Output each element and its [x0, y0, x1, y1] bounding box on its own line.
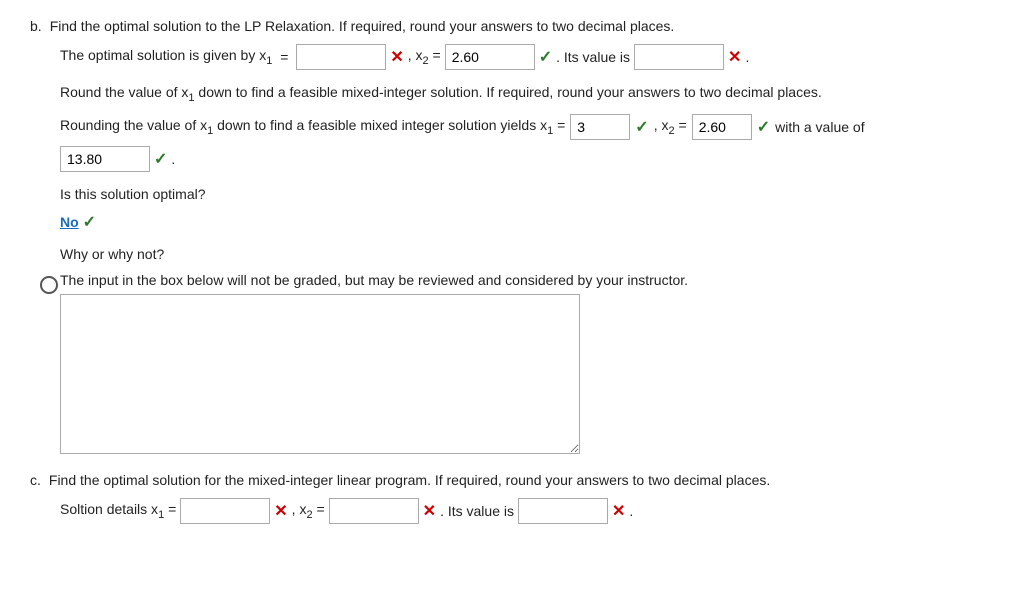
- line1-end-dot: .: [745, 49, 749, 65]
- round-text: Round the value of x1 down to find a fea…: [60, 84, 822, 104]
- ungraded-note-row: The input in the box below will not be g…: [30, 272, 994, 454]
- x2-input[interactable]: [445, 44, 535, 70]
- part-c-solution-row: Soltion details x1 = ✕ , x2 = ✕ . Its va…: [30, 498, 994, 524]
- is-optimal-text: Is this solution optimal?: [60, 186, 206, 202]
- obj-dot: .: [171, 151, 175, 167]
- c-dot-end: .: [629, 503, 633, 519]
- x1-input[interactable]: [296, 44, 386, 70]
- why-label-row: Why or why not?: [30, 246, 994, 262]
- x1-rnd-check-icon: ✓: [635, 117, 648, 137]
- x2-check-icon: ✓: [539, 47, 552, 67]
- c-value-input[interactable]: [518, 498, 608, 524]
- value-input[interactable]: [634, 44, 724, 70]
- why-textarea[interactable]: [60, 294, 580, 454]
- no-check-icon: ✓: [83, 212, 96, 232]
- x1-x-icon: ✕: [390, 47, 403, 67]
- c-value-x-icon: ✕: [612, 501, 625, 521]
- part-c-header: c. Find the optimal solution for the mix…: [30, 472, 994, 488]
- rounding-row: Rounding the value of x1 down to find a …: [60, 114, 994, 140]
- x2-rounded-input[interactable]: [692, 114, 752, 140]
- optimal-solution-row: The optimal solution is given by x1 = ✕ …: [30, 44, 994, 70]
- line1-eq: =: [276, 49, 292, 65]
- rounding-x2-sub: 2: [668, 125, 674, 137]
- part-c-label: c.: [30, 472, 41, 488]
- x1-rounded-input[interactable]: [570, 114, 630, 140]
- x2-sub: 2: [423, 55, 429, 67]
- sol-x2-sub: 2: [306, 509, 312, 521]
- value-x-icon: ✕: [728, 47, 741, 67]
- round-explanation: Round the value of x1 down to find a fea…: [30, 84, 994, 104]
- solution-pre: Soltion details x1 =: [60, 501, 176, 521]
- answer-no-row: No ✓: [30, 212, 994, 232]
- part-b-label: b.: [30, 18, 42, 34]
- c-x2-input[interactable]: [329, 498, 419, 524]
- part-b-intro: Find the optimal solution to the LP Rela…: [50, 18, 675, 34]
- line1-x2-label: , x2 =: [408, 47, 441, 67]
- obj-value-row: ✓ .: [60, 146, 994, 172]
- c-its-value: . Its value is: [440, 503, 514, 519]
- ungraded-note-text: The input in the box below will not be g…: [60, 272, 688, 288]
- rounding-x2-label: , x2 =: [654, 117, 687, 137]
- rounding-x1-sub2: 1: [547, 125, 553, 137]
- rounding-pre: Rounding the value of x1 down to find a …: [60, 117, 565, 137]
- round-x1-sub: 1: [188, 92, 194, 104]
- part-c-section: c. Find the optimal solution for the mix…: [30, 472, 994, 524]
- sol-x2-label: , x2 =: [292, 501, 325, 521]
- obj-value-input[interactable]: [60, 146, 150, 172]
- x1-sub: 1: [266, 55, 272, 67]
- part-b-header: b. Find the optimal solution to the LP R…: [30, 18, 994, 34]
- with-value-of-text: with a value of: [775, 119, 865, 135]
- answer-no-text: No: [60, 214, 79, 230]
- c-x1-input[interactable]: [180, 498, 270, 524]
- part-c-intro: Find the optimal solution for the mixed-…: [49, 472, 770, 488]
- obj-check-icon: ✓: [154, 149, 167, 169]
- x2-rnd-check-icon: ✓: [757, 117, 770, 137]
- c-x2-x-icon: ✕: [423, 501, 436, 521]
- circle-marker: [40, 276, 58, 294]
- is-optimal-question: Is this solution optimal?: [30, 186, 994, 202]
- sol-x1-sub: 1: [158, 509, 164, 521]
- line1-its: . Its value is: [556, 49, 630, 65]
- why-label-text: Why or why not?: [60, 246, 164, 262]
- part-b-section: b. Find the optimal solution to the LP R…: [30, 18, 994, 454]
- line1-pre: The optimal solution is given by x1: [60, 47, 272, 67]
- rounding-yields-section: Rounding the value of x1 down to find a …: [30, 114, 994, 172]
- c-x1-x-icon: ✕: [274, 501, 287, 521]
- rounding-x1-sub: 1: [207, 125, 213, 137]
